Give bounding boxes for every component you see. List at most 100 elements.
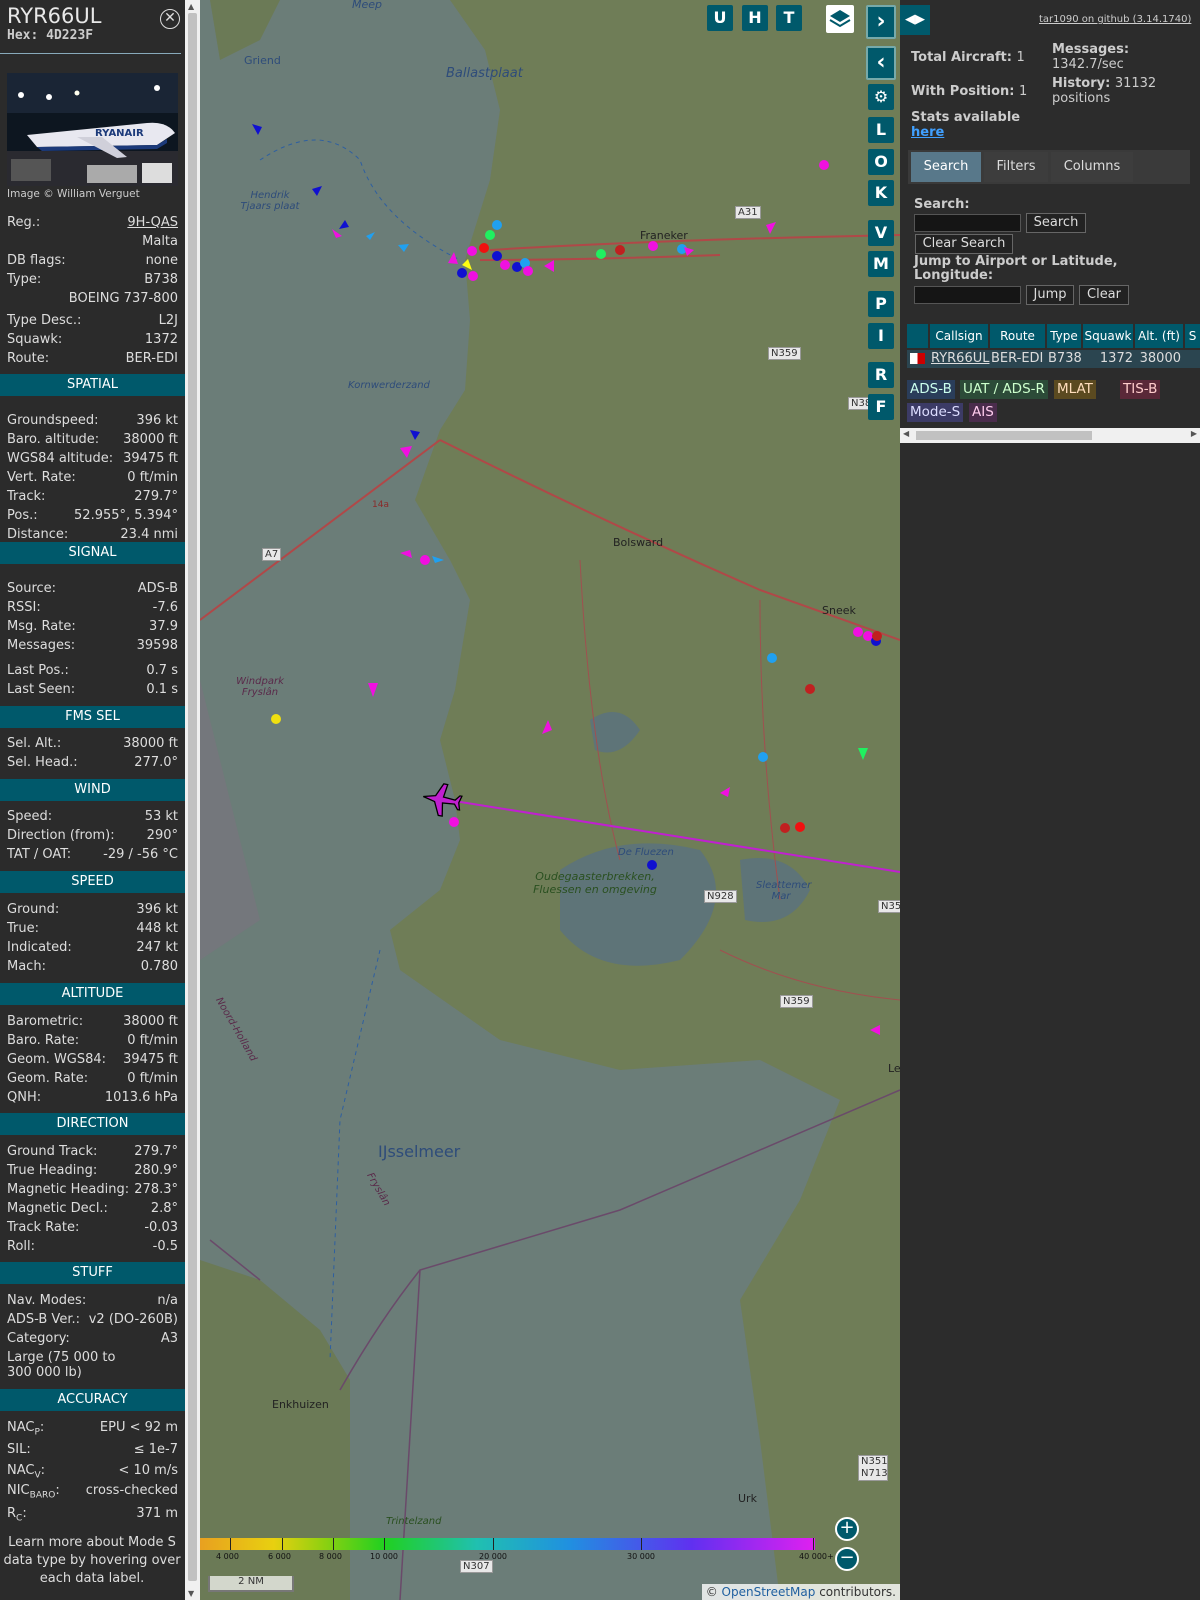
info-label[interactable]: Sel. Alt.: — [7, 736, 61, 754]
info-label[interactable]: True Heading: — [7, 1163, 97, 1181]
source-chip[interactable]: Mode-S — [907, 403, 964, 422]
info-label[interactable]: True: — [7, 921, 39, 939]
settings-gear-icon[interactable]: ⚙ — [868, 84, 894, 110]
tab-filters[interactable]: Filters — [984, 152, 1048, 182]
source-chip[interactable]: ADS-B — [907, 380, 955, 399]
table-header-callsign[interactable]: Callsign — [930, 324, 988, 348]
info-label[interactable]: NACV: — [7, 1463, 45, 1481]
info-label[interactable]: Indicated: — [7, 940, 72, 958]
info-label[interactable]: Vert. Rate: — [7, 470, 76, 488]
toggle-v-button[interactable]: V — [868, 220, 894, 246]
info-label[interactable]: WGS84 altitude: — [7, 451, 113, 469]
altitude-tick-mark — [230, 1538, 231, 1550]
zoom-in-button[interactable]: + — [835, 1517, 859, 1541]
table-header-type[interactable]: Type — [1047, 324, 1081, 348]
clear-jump-button[interactable]: Clear — [1079, 285, 1129, 305]
map-label: Sneek — [822, 604, 856, 617]
osm-link[interactable]: OpenStreetMap — [722, 1585, 816, 1599]
info-label[interactable]: ADS-B Ver.: — [7, 1312, 80, 1330]
table-header-route[interactable]: Route — [990, 324, 1045, 348]
toggle-t-button[interactable]: T — [776, 5, 802, 31]
info-label[interactable]: Ground Track: — [7, 1144, 97, 1162]
arrows-button[interactable]: ◀▶ — [900, 5, 930, 35]
info-label[interactable]: NICBARO: — [7, 1483, 60, 1501]
source-chip[interactable]: AIS — [969, 403, 997, 422]
info-label[interactable]: NACP: — [7, 1420, 44, 1438]
info-label[interactable]: Track Rate: — [7, 1220, 79, 1238]
toggle-r-button[interactable]: R — [868, 362, 894, 388]
info-label[interactable]: Speed: — [7, 809, 52, 827]
detail-value[interactable]: 9H-QAS — [127, 215, 178, 233]
info-label-text: True: — [7, 921, 39, 936]
info-label[interactable]: Geom. Rate: — [7, 1071, 88, 1089]
toggle-f-button[interactable]: F — [868, 394, 894, 420]
info-label[interactable]: Last Pos.: — [7, 663, 69, 681]
toggle-h-button[interactable]: H — [742, 5, 768, 31]
altitude-color-bar — [200, 1538, 815, 1550]
info-row: WGS84 altitude: 39475 ft — [7, 451, 178, 469]
zoom-out-button[interactable]: − — [835, 1547, 859, 1571]
info-label[interactable]: Sel. Head.: — [7, 755, 78, 773]
map-view[interactable]: Meep Griend Ballastplaat Hendrik Tjaars … — [200, 0, 900, 1600]
table-header-altitude[interactable]: Alt. (ft) — [1135, 324, 1183, 348]
jump-button[interactable]: Jump — [1026, 285, 1074, 305]
info-label[interactable]: Source: — [7, 581, 56, 599]
layers-button[interactable] — [826, 5, 854, 33]
table-header-speed[interactable]: S — [1185, 324, 1200, 348]
info-label[interactable]: SIL: — [7, 1442, 31, 1460]
map-label: Franeker — [640, 229, 688, 242]
info-label[interactable]: Barometric: — [7, 1014, 83, 1032]
info-scrollbar[interactable]: ▲ ▼ — [185, 0, 200, 1600]
info-label[interactable]: Magnetic Decl.: — [7, 1201, 108, 1219]
source-chip[interactable]: MLAT — [1054, 380, 1096, 399]
toggle-o-button[interactable]: O — [868, 149, 894, 175]
toggle-p-button[interactable]: P — [868, 291, 894, 317]
search-input[interactable] — [914, 214, 1021, 232]
stats-link[interactable]: here — [911, 125, 1020, 140]
info-label[interactable]: Mach: — [7, 959, 46, 977]
info-label-text: Category: — [7, 1331, 70, 1346]
info-label[interactable]: Baro. altitude: — [7, 432, 99, 450]
toggle-m-button[interactable]: M — [868, 251, 894, 277]
info-label[interactable]: Messages: — [7, 638, 75, 656]
info-label[interactable]: Track: — [7, 489, 45, 507]
expand-info-button[interactable]: ‹ — [866, 46, 896, 80]
toggle-l-button[interactable]: L — [868, 117, 894, 143]
info-label[interactable]: QNH: — [7, 1090, 41, 1108]
search-button[interactable]: Search — [1026, 213, 1086, 233]
info-label[interactable]: Pos.: — [7, 508, 38, 526]
info-label[interactable]: Large (75 000 to 300 000 lb) — [7, 1350, 127, 1386]
photo-credit[interactable]: Image © William Verguet — [7, 188, 140, 200]
toggle-k-button[interactable]: K — [868, 180, 894, 206]
info-label[interactable]: TAT / OAT: — [7, 847, 71, 865]
source-chip[interactable]: TIS-B — [1120, 380, 1161, 399]
info-label[interactable]: Roll: — [7, 1239, 35, 1257]
info-label[interactable]: RC: — [7, 1506, 27, 1524]
info-label[interactable]: Groundspeed: — [7, 413, 98, 431]
github-link[interactable]: tar1090 on github (3.14.1740) — [1039, 14, 1191, 25]
toggle-u-button[interactable]: U — [707, 5, 733, 31]
info-label[interactable]: Last Seen: — [7, 682, 75, 700]
altitude-tick-mark — [641, 1538, 642, 1550]
table-header-squawk[interactable]: Squawk — [1083, 324, 1133, 348]
toggle-i-button[interactable]: I — [868, 323, 894, 349]
clear-search-button[interactable]: Clear Search — [915, 234, 1013, 254]
close-icon[interactable]: ✕ — [160, 9, 180, 29]
jump-input[interactable] — [914, 286, 1021, 304]
info-label[interactable]: RSSI: — [7, 600, 41, 618]
aircraft-photo[interactable]: RYANAIR — [7, 73, 178, 186]
table-scrollbar[interactable]: ◀ ▶ — [900, 428, 1200, 443]
info-label[interactable]: Msg. Rate: — [7, 619, 76, 637]
info-label[interactable]: Magnetic Heading: — [7, 1182, 129, 1200]
collapse-sidebar-button[interactable]: › — [866, 5, 896, 39]
info-label[interactable]: Category: — [7, 1331, 70, 1349]
info-label[interactable]: Geom. WGS84: — [7, 1052, 106, 1070]
row-callsign[interactable]: RYR66UL — [931, 350, 989, 368]
info-label[interactable]: Direction (from): — [7, 828, 115, 846]
info-label[interactable]: Ground: — [7, 902, 59, 920]
tab-columns[interactable]: Columns — [1051, 152, 1133, 182]
tab-search[interactable]: Search — [911, 152, 981, 182]
source-chip[interactable]: UAT / ADS-R — [960, 380, 1048, 399]
info-label[interactable]: Nav. Modes: — [7, 1293, 86, 1311]
info-label[interactable]: Baro. Rate: — [7, 1033, 79, 1051]
